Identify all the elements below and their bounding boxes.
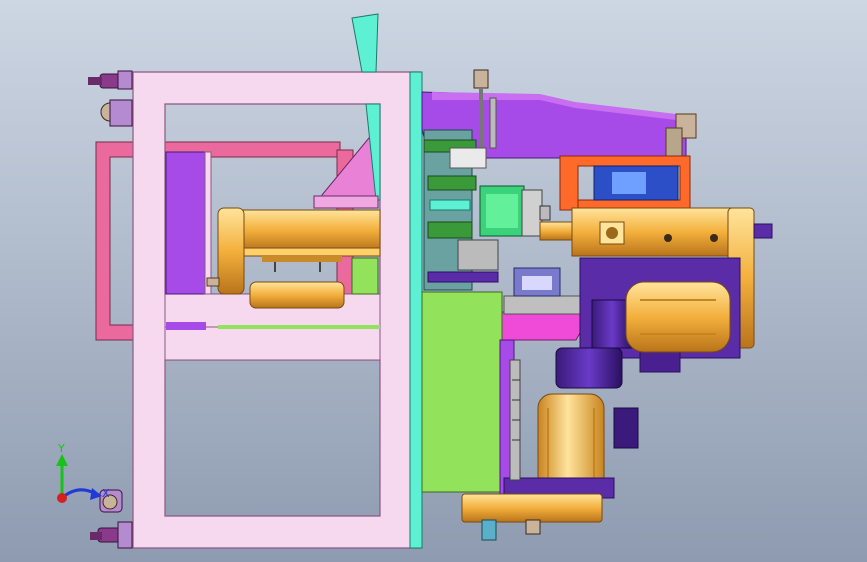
green-block-small[interactable] xyxy=(351,257,379,295)
gold-roll[interactable] xyxy=(249,281,345,309)
tray-holder xyxy=(503,295,587,315)
shaft-2 xyxy=(427,175,477,191)
top-rod xyxy=(479,88,483,148)
purple-strip[interactable] xyxy=(166,322,206,330)
bracket-white xyxy=(449,147,487,169)
ramp-end-block xyxy=(665,127,683,157)
gearbox-flange xyxy=(521,189,543,237)
motor-2-terminal xyxy=(613,407,639,449)
green-column[interactable] xyxy=(421,291,503,493)
gold-rail-lower xyxy=(262,256,342,262)
top-rod-2 xyxy=(489,97,497,149)
frame-inner-post xyxy=(204,151,212,295)
spindle-end-knob[interactable] xyxy=(753,223,773,239)
base-foot-1 xyxy=(481,519,497,541)
gold-base-plate[interactable] xyxy=(461,493,603,523)
green-gearbox-face xyxy=(486,194,518,228)
cyan-vertical-plate[interactable] xyxy=(409,71,423,549)
motor-2-gearhead[interactable] xyxy=(555,347,623,389)
frame-crossbar[interactable] xyxy=(164,326,381,361)
gold-carriage-plate[interactable] xyxy=(239,209,381,251)
triad-y-label: Y xyxy=(57,442,65,455)
spindle-nose[interactable] xyxy=(539,221,577,241)
gray-block xyxy=(457,239,499,271)
shaft-3 xyxy=(427,221,473,239)
top-knob[interactable] xyxy=(473,69,489,89)
violet-plate xyxy=(427,271,499,283)
cyan-bar xyxy=(429,199,471,211)
pink-cap xyxy=(313,195,379,209)
triad-z-axis xyxy=(57,493,67,503)
triad-x-label: X xyxy=(102,487,110,500)
green-strip xyxy=(218,325,380,329)
blue-window xyxy=(612,172,646,194)
bolt xyxy=(206,277,220,287)
base-foot-2 xyxy=(525,519,541,535)
gearbox-stub xyxy=(539,205,551,221)
cad-viewport[interactable]: Y X xyxy=(0,0,867,562)
motor-horizontal[interactable] xyxy=(625,281,731,353)
spindle-housing[interactable] xyxy=(571,207,733,257)
motor-stand-foot xyxy=(639,349,681,373)
assembly-scene[interactable]: Y X xyxy=(0,0,867,562)
feed-block-face xyxy=(522,276,552,290)
gold-rail xyxy=(243,247,381,257)
purple-column[interactable] xyxy=(165,151,207,295)
magenta-tray[interactable] xyxy=(499,311,593,341)
gold-carriage-end[interactable] xyxy=(217,207,245,295)
